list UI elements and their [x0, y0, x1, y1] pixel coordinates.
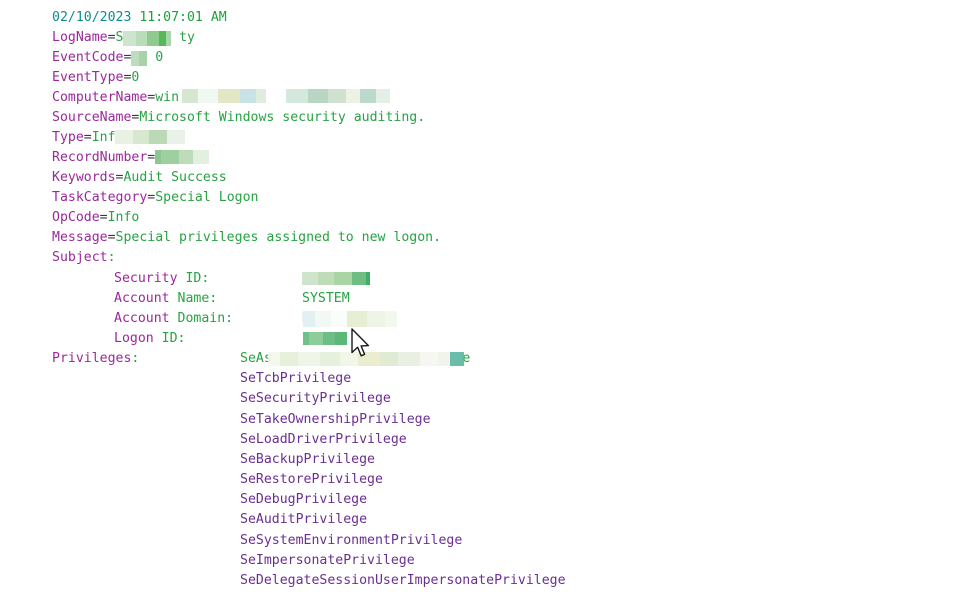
privilege-entry: SeDebugPrivilege: [240, 492, 368, 507]
logon-id-label-rest: ID:: [161, 331, 186, 346]
privilege-entry: SeSystemEnvironmentPrivilege: [240, 533, 463, 548]
redaction-security-id-value: [302, 272, 370, 285]
log-line-logname: LogName=S ty: [52, 28, 195, 48]
subject-row-security-id: Security ID:: [114, 269, 209, 289]
eventtype-key: EventType: [52, 70, 124, 85]
log-line-computername: ComputerName=win: [52, 88, 370, 108]
log-line-recordnumber: RecordNumber=: [52, 148, 219, 168]
log-line-eventtype: EventType=0: [52, 68, 139, 88]
sourcename-key: SourceName: [52, 110, 132, 125]
subject-row-account-name: Account Name:: [114, 289, 217, 309]
computername-key: ComputerName: [52, 90, 148, 105]
log-line-message: Message=Special privileges assigned to n…: [52, 228, 441, 248]
logon-id-label-key: Logon: [114, 331, 154, 346]
privilege-first-prefix: SeAs: [240, 351, 272, 366]
log-line-timestamp: 02/10/2023 11:07:01 AM: [52, 8, 227, 28]
privilege-entry: SeImpersonatePrivilege: [240, 553, 415, 568]
privilege-entry: SeLoadDriverPrivilege: [240, 432, 407, 447]
privilege-entry: SeTakeOwnershipPrivilege: [240, 412, 431, 427]
equals-sign: =: [83, 130, 92, 145]
log-line-type: Type=Inf: [52, 128, 179, 148]
account-domain-label-rest: Domain:: [177, 311, 234, 326]
redaction-account-domain-value: [303, 311, 397, 327]
keywords-value: Audit Success: [123, 170, 227, 185]
type-value-redacted: [116, 130, 180, 145]
account-name-value: SYSTEM: [302, 291, 350, 306]
computername-value-prefix: win: [155, 90, 180, 105]
equals-sign: =: [107, 30, 116, 45]
log-line-opcode: OpCode=Info: [52, 208, 139, 228]
type-key: Type: [52, 130, 84, 145]
event-date: 02/10/2023: [52, 10, 132, 25]
recordnumber-value-redacted: [155, 150, 219, 165]
privilege-entry: SeSecurityPrivilege: [240, 391, 391, 406]
log-line-privileges-heading: Privileges:: [52, 349, 139, 369]
logname-value-suffix: ty: [179, 30, 195, 45]
privilege-entry: SeBackupPrivilege: [240, 452, 375, 467]
privilege-entry-first: SeAs e: [240, 349, 470, 369]
opcode-key: OpCode: [52, 210, 100, 225]
privilege-first-redacted: [272, 351, 463, 366]
event-meridiem: AM: [210, 10, 227, 25]
log-viewer[interactable]: 02/10/2023 11:07:01 AM LogName=S ty Even…: [0, 0, 960, 601]
account-domain-value-prefix: N: [302, 311, 310, 326]
message-key: Message: [52, 230, 108, 245]
privilege-first-suffix: e: [462, 351, 471, 366]
eventcode-value-suffix: 0: [155, 50, 164, 65]
equals-sign: =: [99, 210, 108, 225]
log-line-subject-heading: Subject:: [52, 248, 116, 268]
log-line-taskcategory: TaskCategory=Special Logon: [52, 188, 258, 208]
privilege-entry: SeRestorePrivilege: [240, 472, 383, 487]
keywords-key: Keywords: [52, 170, 116, 185]
account-name-label-rest: Name:: [177, 291, 218, 306]
log-line-sourcename: SourceName=Microsoft Windows security au…: [52, 108, 425, 128]
privilege-entry: SeTcbPrivilege: [240, 371, 352, 386]
privilege-entry: SeDelegateSessionUserImpersonatePrivileg…: [240, 573, 566, 588]
eventtype-value: 0: [131, 70, 140, 85]
computername-value-redacted: [179, 90, 370, 105]
subject-row-account-domain: Account Domain:: [114, 309, 233, 329]
subject-heading-key: Subject: [52, 250, 108, 265]
equals-sign: =: [107, 230, 116, 245]
taskcategory-value: Special Logon: [155, 190, 259, 205]
message-value: Special privileges assigned to new logon…: [115, 230, 442, 245]
subject-heading-colon: :: [107, 250, 116, 265]
privilege-entry: SeAuditPrivilege: [240, 512, 368, 527]
eventcode-key: EventCode: [52, 50, 124, 65]
taskcategory-key: TaskCategory: [52, 190, 148, 205]
eventcode-value-redacted: [139, 50, 155, 65]
recordnumber-key: RecordNumber: [52, 150, 148, 165]
sourcename-value: Microsoft Windows security auditing.: [139, 110, 426, 125]
privileges-heading-key: Privileges: [52, 351, 132, 366]
log-line-keywords: Keywords=Audit Success: [52, 168, 227, 188]
privileges-heading-colon: :: [131, 351, 140, 366]
log-line-eventcode: EventCode=9 0: [52, 48, 163, 68]
account-domain-label-key: Account: [114, 311, 170, 326]
logname-value-redacted: [123, 30, 179, 45]
type-value-prefix: Inf: [91, 130, 116, 145]
security-id-label-key: Security: [114, 271, 178, 286]
event-time: 11:07:01: [139, 10, 203, 25]
subject-row-logon-id: Logon ID:: [114, 329, 185, 349]
opcode-value: Info: [107, 210, 140, 225]
redaction-logon-id-value: [303, 332, 347, 345]
logname-key: LogName: [52, 30, 108, 45]
account-name-label-key: Account: [114, 291, 170, 306]
security-id-label-rest: ID:: [185, 271, 210, 286]
